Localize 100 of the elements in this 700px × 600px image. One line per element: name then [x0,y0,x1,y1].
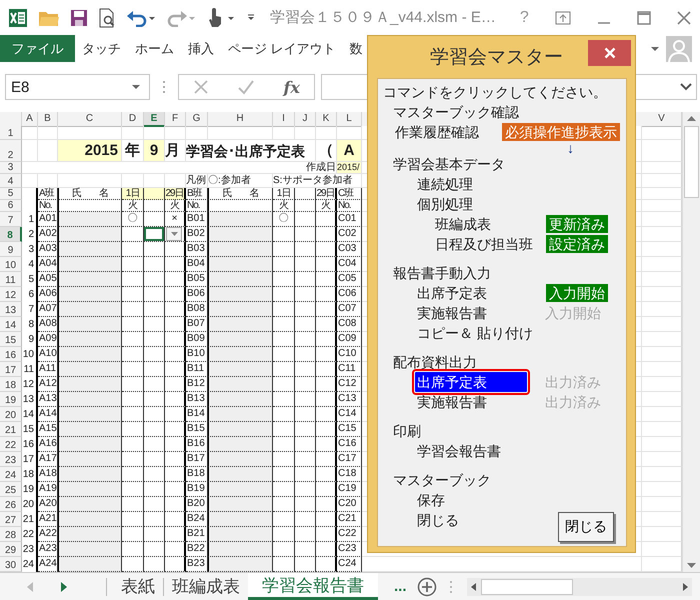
command-item[interactable]: 出席予定表 [415,283,489,303]
column-header[interactable]: J [295,112,316,127]
row-header[interactable]: 13 [0,302,22,317]
table-cell [273,227,295,242]
row-header[interactable]: 7 [0,212,22,227]
more-options-icon[interactable] [162,80,166,94]
dropdown-button[interactable] [166,227,182,241]
sheet-tab[interactable]: 表紙 [113,573,163,600]
command-item[interactable]: 保存 [415,490,447,510]
command-item[interactable]: 連続処理 [415,174,475,194]
ribbon-tab[interactable]: ファイル [0,35,75,62]
ribbon-tab[interactable]: ページ レイアウト [221,35,343,62]
command-item[interactable]: 実施報告書 [415,303,489,323]
command-item[interactable]: 実施報告書 [415,392,489,412]
ribbon-tab[interactable]: ホーム [128,35,181,62]
row-header[interactable]: 11 [0,272,22,287]
table-cell [122,467,144,482]
row-header[interactable]: 16 [0,347,22,362]
close-icon[interactable] [676,10,691,24]
table-cell [58,437,122,452]
row-header[interactable]: 4 [0,174,22,188]
column-header[interactable]: G [186,112,208,127]
name-box[interactable]: E8 [5,74,150,100]
row-header[interactable]: 3 [0,162,22,174]
command-item[interactable]: 作業履歴確認 [393,122,481,142]
maximize-icon[interactable] [636,10,651,24]
row-header[interactable]: 2 [0,140,22,162]
command-item[interactable]: 閉じる [415,510,461,530]
column-header[interactable]: H [208,112,273,127]
sheet-tab[interactable]: 学習会報告書 [248,573,378,600]
column-header[interactable]: E [144,112,165,127]
sheet-tab[interactable]: 班編成表 [164,573,248,600]
row-header[interactable]: 22 [0,437,22,452]
row-header[interactable]: 21 [0,422,22,437]
caret-icon[interactable] [650,44,660,52]
row-header[interactable]: 19 [0,392,22,407]
print-preview-icon[interactable] [98,8,116,28]
row-header[interactable]: 14 [0,317,22,332]
row-header[interactable]: 1 [0,126,22,140]
column-header[interactable]: K [316,112,337,127]
row-header[interactable]: 25 [0,482,22,497]
command-item[interactable]: 個別処理 [415,194,475,214]
touch-mode-icon[interactable] [206,8,236,28]
close-button[interactable]: 閉じる [558,512,614,542]
command-item[interactable]: コピー＆ 貼り付け [415,323,535,343]
add-sheet-icon[interactable] [416,576,437,596]
row-header[interactable]: 10 [0,257,22,272]
table-cell [165,392,186,407]
column-header[interactable]: I [273,112,295,127]
table-cell: 火 [316,200,337,212]
undo-icon[interactable] [126,8,156,26]
command-item[interactable]: 班編成表 [433,214,493,234]
splitter-icon[interactable] [448,580,453,594]
table-cell [122,407,144,422]
customize-caret-icon[interactable] [246,12,256,22]
table-cell [295,392,316,407]
command-item[interactable]: 出席予定表 [415,372,527,392]
row-header[interactable]: 9 [0,242,22,257]
row-header[interactable]: 23 [0,452,22,467]
column-header[interactable]: B [38,112,58,127]
ribbon-tab[interactable]: 挿入 [181,35,221,62]
row-header[interactable]: 27 [0,512,22,527]
row-header[interactable]: 20 [0,407,22,422]
scroll-thumb[interactable] [480,578,573,594]
horizontal-scrollbar[interactable] [466,578,692,596]
column-header[interactable]: F [165,112,186,127]
cancel-icon[interactable] [193,79,210,95]
row-header[interactable]: 15 [0,332,22,347]
row-header[interactable]: 26 [0,497,22,512]
command-item[interactable]: 学習会報告書 [415,441,503,461]
column-header[interactable]: C [58,112,122,127]
check-icon[interactable] [237,79,256,95]
table-cell [58,497,122,512]
more-sheets-button[interactable]: ... [388,577,413,596]
row-header[interactable]: 28 [0,527,22,542]
row-header[interactable]: 8 [0,227,22,242]
ribbon-display-icon[interactable] [554,10,571,24]
redo-icon[interactable] [166,8,196,26]
row-header[interactable]: 6 [0,200,22,212]
chevron-down-icon[interactable] [680,83,692,91]
column-header[interactable]: L [337,112,362,127]
row-header[interactable]: 5 [0,188,22,200]
scroll-thumb[interactable] [684,126,699,198]
column-header[interactable]: A [22,112,38,127]
insert-function-button[interactable]: fx [283,78,300,96]
command-item[interactable]: 日程及び担当班 [433,234,535,254]
table-cell [316,227,337,242]
vertical-scrollbar[interactable] [682,112,700,572]
table-cell[interactable] [144,227,165,242]
ribbon-tab[interactable]: 数 [342,35,370,62]
row-header[interactable]: 17 [0,362,22,377]
row-header[interactable]: 29 [0,542,22,557]
row-header[interactable]: 30 [0,557,22,572]
row-header[interactable]: 24 [0,467,22,482]
ribbon-tab[interactable]: タッチ [75,35,128,62]
next-sheet-icon[interactable] [60,582,68,592]
row-header[interactable]: 12 [0,287,22,302]
save-icon[interactable] [70,8,88,26]
close-button[interactable] [588,40,631,66]
row-header[interactable]: 18 [0,377,22,392]
